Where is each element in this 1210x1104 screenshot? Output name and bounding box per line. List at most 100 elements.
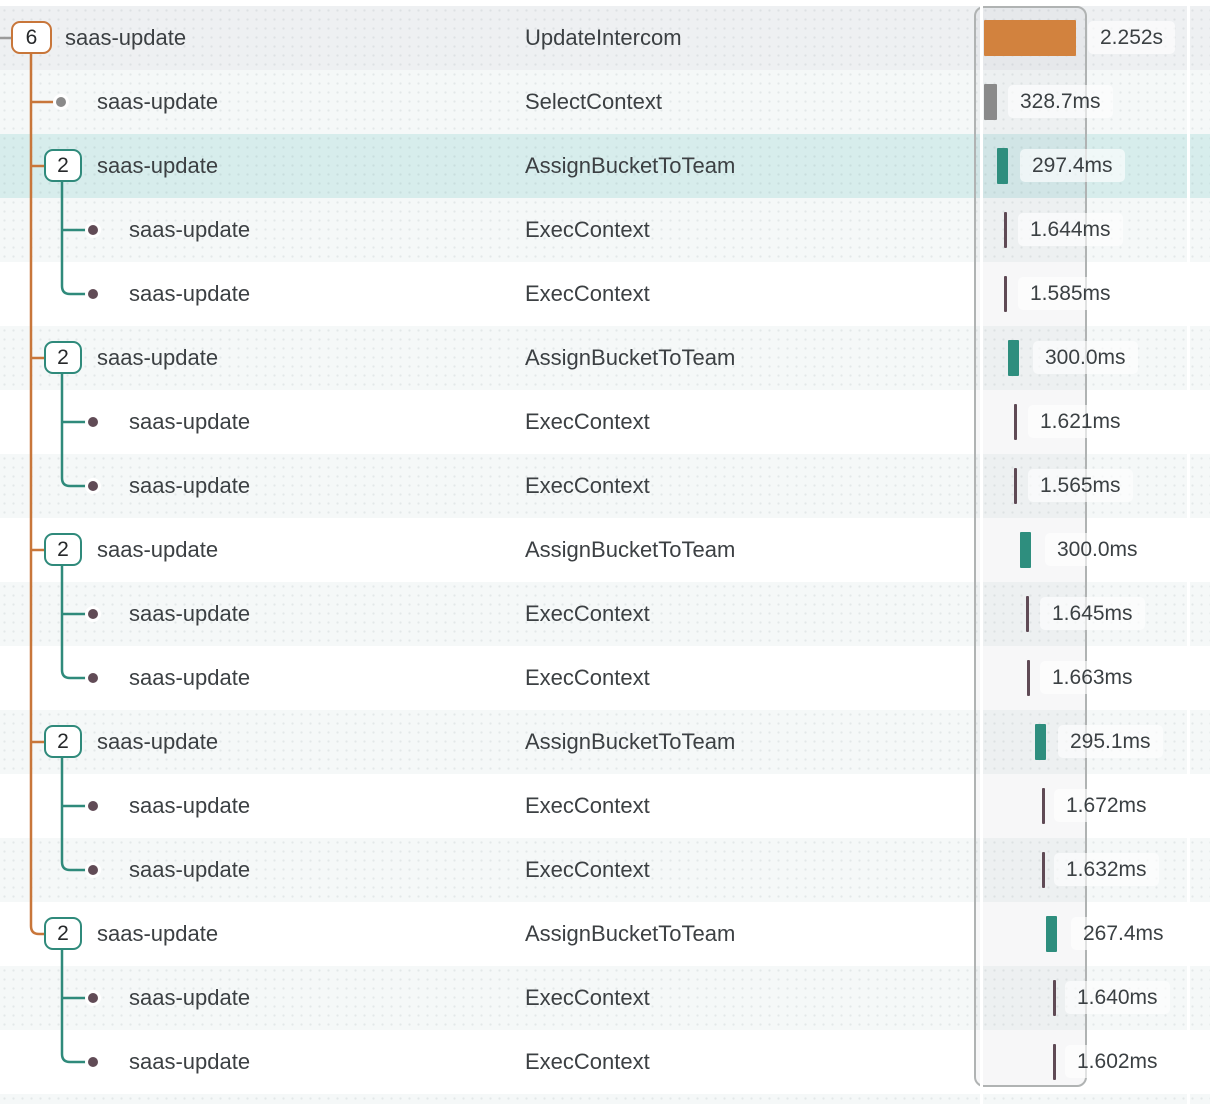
- service-name: saas-update: [129, 774, 250, 838]
- service-name: saas-update: [65, 6, 186, 70]
- duration-bar[interactable]: [1014, 404, 1017, 440]
- operation-name: ExecContext: [525, 198, 650, 262]
- span-count-badge[interactable]: 2: [44, 149, 82, 182]
- span-bullet-icon: [88, 1057, 98, 1067]
- span-bullet-icon: [56, 97, 66, 107]
- operation-name: UpdateIntercom: [525, 6, 682, 70]
- trace-row[interactable]: saas-update ExecContext 1.644ms: [0, 198, 1210, 262]
- trace-row[interactable]: saas-update ExecContext 1.565ms: [0, 454, 1210, 518]
- service-name: saas-update: [97, 518, 218, 582]
- operation-name: SelectContext: [525, 70, 662, 134]
- span-bullet-icon: [88, 673, 98, 683]
- service-name: saas-update: [97, 902, 218, 966]
- span-bullet-icon: [88, 481, 98, 491]
- trace-row[interactable]: saas-update ExecContext 1.602ms: [0, 1030, 1210, 1094]
- span-count-badge[interactable]: 6: [11, 21, 52, 54]
- duration-bar[interactable]: [984, 84, 997, 120]
- operation-name: AssignBucketToTeam: [525, 710, 735, 774]
- duration-label: 1.602ms: [1065, 1045, 1170, 1078]
- service-name: saas-update: [129, 262, 250, 326]
- span-bullet-icon: [88, 609, 98, 619]
- operation-name: AssignBucketToTeam: [525, 518, 735, 582]
- service-name: saas-update: [129, 454, 250, 518]
- span-bullet-icon: [88, 993, 98, 1003]
- span-bullet-icon: [88, 801, 98, 811]
- duration-bar[interactable]: [1004, 276, 1007, 312]
- trace-row[interactable]: saas-update ExecContext 1.645ms: [0, 582, 1210, 646]
- duration-label: 328.7ms: [1008, 85, 1113, 118]
- service-name: saas-update: [129, 198, 250, 262]
- operation-name: ExecContext: [525, 454, 650, 518]
- span-bullet-icon: [88, 865, 98, 875]
- duration-bar[interactable]: [1026, 596, 1029, 632]
- span-count-badge[interactable]: 2: [44, 341, 82, 374]
- service-name: saas-update: [97, 326, 218, 390]
- duration-bar[interactable]: [997, 148, 1008, 184]
- span-count-badge[interactable]: 2: [44, 917, 82, 950]
- duration-bar[interactable]: [1027, 660, 1030, 696]
- operation-name: ExecContext: [525, 390, 650, 454]
- service-name: saas-update: [97, 70, 218, 134]
- trace-row[interactable]: saas-update ExecContext 1.585ms: [0, 262, 1210, 326]
- duration-label: 1.644ms: [1018, 213, 1123, 246]
- duration-bar[interactable]: [1004, 212, 1007, 248]
- trace-row[interactable]: saas-update SelectContext 328.7ms: [0, 70, 1210, 134]
- service-name: saas-update: [129, 966, 250, 1030]
- duration-bar[interactable]: [1053, 1044, 1056, 1080]
- duration-label: 300.0ms: [1033, 341, 1138, 374]
- trace-row[interactable]: saas-update ExecContext 1.632ms: [0, 838, 1210, 902]
- span-bullet-icon: [88, 289, 98, 299]
- duration-bar[interactable]: [1020, 532, 1031, 568]
- service-name: saas-update: [129, 838, 250, 902]
- duration-label: 297.4ms: [1020, 149, 1125, 182]
- trace-row[interactable]: 2 saas-update AssignBucketToTeam 300.0ms: [0, 326, 1210, 390]
- trace-row[interactable]: 2 saas-update AssignBucketToTeam 295.1ms: [0, 710, 1210, 774]
- duration-label: 1.565ms: [1028, 469, 1133, 502]
- trace-row[interactable]: saas-update ExecContext 1.663ms: [0, 646, 1210, 710]
- duration-bar[interactable]: [1008, 340, 1019, 376]
- trace-row[interactable]: saas-update ExecContext 1.640ms: [0, 966, 1210, 1030]
- duration-label: 1.663ms: [1040, 661, 1145, 694]
- service-name: saas-update: [97, 134, 218, 198]
- service-name: saas-update: [129, 646, 250, 710]
- operation-name: AssignBucketToTeam: [525, 326, 735, 390]
- trace-row[interactable]: 2 saas-update AssignBucketToTeam 267.4ms: [0, 902, 1210, 966]
- duration-bar[interactable]: [984, 20, 1076, 56]
- trace-row[interactable]: 2 saas-update AssignBucketToTeam 300.0ms: [0, 518, 1210, 582]
- span-bullet-icon: [88, 225, 98, 235]
- trace-row-selected[interactable]: 2 saas-update AssignBucketToTeam 297.4ms: [0, 134, 1210, 198]
- duration-label: 295.1ms: [1058, 725, 1163, 758]
- duration-bar[interactable]: [1014, 468, 1017, 504]
- duration-bar[interactable]: [1046, 916, 1057, 952]
- duration-label: 1.645ms: [1040, 597, 1145, 630]
- operation-name: ExecContext: [525, 966, 650, 1030]
- service-name: saas-update: [97, 710, 218, 774]
- duration-bar[interactable]: [1053, 980, 1056, 1016]
- operation-name: ExecContext: [525, 262, 650, 326]
- operation-name: ExecContext: [525, 1030, 650, 1094]
- duration-label: 1.621ms: [1028, 405, 1133, 438]
- duration-label: 2.252s: [1088, 21, 1175, 54]
- duration-label: 1.640ms: [1065, 981, 1170, 1014]
- operation-name: ExecContext: [525, 774, 650, 838]
- service-name: saas-update: [129, 582, 250, 646]
- row-background-partial: [0, 1094, 1210, 1104]
- trace-row[interactable]: saas-update ExecContext 1.672ms: [0, 774, 1210, 838]
- operation-name: ExecContext: [525, 582, 650, 646]
- span-count-badge[interactable]: 2: [44, 533, 82, 566]
- duration-label: 267.4ms: [1071, 917, 1176, 950]
- duration-label: 1.585ms: [1018, 277, 1123, 310]
- operation-name: ExecContext: [525, 646, 650, 710]
- duration-bar[interactable]: [1042, 788, 1045, 824]
- duration-bar[interactable]: [1035, 724, 1046, 760]
- duration-label: 1.632ms: [1054, 853, 1159, 886]
- service-name: saas-update: [129, 390, 250, 454]
- trace-row[interactable]: 6 saas-update UpdateIntercom 2.252s: [0, 6, 1210, 70]
- span-bullet-icon: [88, 417, 98, 427]
- operation-name: AssignBucketToTeam: [525, 134, 735, 198]
- trace-row[interactable]: saas-update ExecContext 1.621ms: [0, 390, 1210, 454]
- duration-bar[interactable]: [1042, 852, 1045, 888]
- duration-label: 1.672ms: [1054, 789, 1159, 822]
- trace-waterfall: 6 saas-update UpdateIntercom 2.252s saas…: [0, 0, 1210, 1104]
- span-count-badge[interactable]: 2: [44, 725, 82, 758]
